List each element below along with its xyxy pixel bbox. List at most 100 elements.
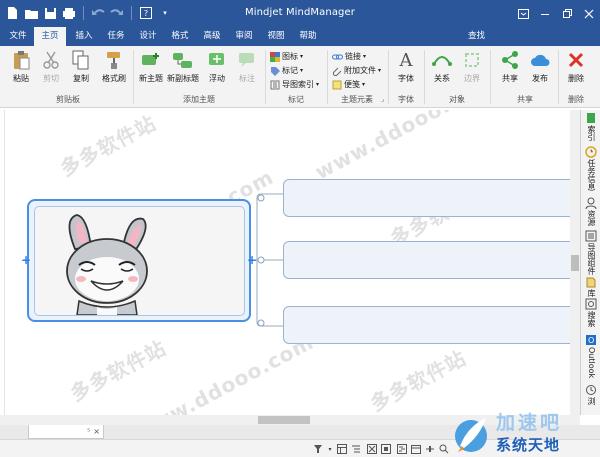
note-button[interactable]: 便笺 ▾ [332,78,365,91]
vertical-scrollbar[interactable] [570,110,580,415]
relation-button[interactable]: 关系 [425,50,459,84]
group-label-markers: 标记 [288,95,304,104]
tab-home[interactable]: 主页 [34,27,66,46]
map-view-icon[interactable] [380,443,392,455]
side-tab-map-parts[interactable]: 导图组件 [581,230,600,275]
side-tab-browse[interactable]: 浏 [581,384,600,405]
side-tab-library[interactable]: 库 [581,276,600,297]
new-subtopic-button[interactable]: 新副标题 [166,50,200,84]
paste-button[interactable]: 粘贴 [4,50,38,84]
delete-label: 删除 [568,74,584,83]
floating-topic-button[interactable]: 浮动 [200,50,234,84]
group-label-clipboard: 剪贴板 [56,95,80,104]
main-topic[interactable] [283,241,570,279]
attachment-button[interactable]: 附加文件 ▾ [332,64,381,77]
dialog-launcher-icon[interactable]: ⌟ [381,95,384,103]
document-tab[interactable]: ⁵ × [28,425,104,439]
copy-label: 复制 [73,74,89,83]
link-button[interactable]: 链接 ▾ [332,50,366,63]
cut-icon [34,50,68,70]
title-bar: ? ▾ Mindjet MindManager [0,0,600,27]
side-tab-index[interactable]: 索引 [581,112,600,141]
ribbon: 粘贴 剪切 复制 格式刷 剪贴板 新主题 新副标题 浮动 标注 添加主题 图标 ▾… [0,46,600,108]
zoom-slider-icon[interactable] [424,443,436,455]
font-button[interactable]: A 字体 [389,50,423,84]
tab-search[interactable]: 查找 [468,27,485,46]
add-right-topic-icon[interactable]: + [246,254,258,266]
callout-button[interactable]: 标注 [230,50,264,84]
side-tab-task-info[interactable]: 任务信息 [581,146,600,191]
tab-design[interactable]: 设计 [134,27,162,46]
new-topic-button[interactable]: 新主题 [134,50,168,84]
svg-text:O: O [588,336,594,345]
filter-icon[interactable] [312,443,324,455]
tab-view[interactable]: 视图 [262,27,290,46]
tab-insert[interactable]: 插入 [70,27,98,46]
delete-button[interactable]: 删除 [559,50,593,84]
relation-label: 关系 [434,74,450,83]
tab-review[interactable]: 审阅 [230,27,258,46]
cut-label: 剪切 [43,74,59,83]
group-separator [490,50,491,104]
close-tab-icon[interactable]: × [93,427,100,436]
tab-advanced[interactable]: 高级 [198,27,226,46]
outline-view-icon[interactable] [350,443,362,455]
cut-button[interactable]: 剪切 [34,50,68,84]
side-tab-outlook[interactable]: O Outlook [581,334,600,378]
map-index-button[interactable]: 导图索引 ▾ [270,78,319,91]
outlook-icon: O [586,335,596,345]
vertical-scroll-thumb[interactable] [571,255,579,271]
side-tab-resources[interactable]: 资源 [581,197,600,226]
side-tab-library-label: 库 [587,289,596,297]
tab-task[interactable]: 任务 [102,27,130,46]
publish-button[interactable]: 发布 [523,50,557,84]
restore-icon[interactable] [556,0,578,27]
map-index-icon [270,80,280,89]
side-tab-index-label: 索引 [587,125,596,141]
main-topic[interactable] [283,179,570,217]
new-topic-label: 新主题 [139,74,163,83]
icon-marker-button[interactable]: 图标 ▾ [270,50,303,63]
horizontal-scroll-thumb[interactable] [258,416,310,424]
callout-icon [230,50,264,70]
format-painter-label: 格式刷 [102,74,126,83]
tag-marker-label: 标记 [282,66,298,75]
tab-file[interactable]: 文件 [4,27,32,46]
boundary-button[interactable]: 边界 [455,50,489,84]
fit-map-icon[interactable] [366,443,378,455]
attachment-label: 附加文件 [344,66,376,75]
boundary-icon [455,50,489,70]
tag-marker-button[interactable]: 标记 ▾ [270,64,303,77]
pin-tab-icon[interactable]: ⁵ [87,427,90,436]
ribbon-tab-bar: 文件 主页 插入 任务 设计 格式 高级 审阅 视图 帮助 查找 [0,27,600,46]
filter-dropdown-icon[interactable]: ▾ [324,443,336,455]
copy-button[interactable]: 复制 [64,50,98,84]
resources-icon [585,197,597,209]
side-tab-task-info-label: 任务信息 [587,159,596,191]
map-canvas[interactable]: 多多软件站 www.ddooo.com www.ddooo.com 多多软件站 … [4,110,570,415]
share-button[interactable]: 共享 [493,50,527,84]
tab-help[interactable]: 帮助 [294,27,322,46]
central-topic[interactable]: + + [21,199,257,322]
gantt-view-icon[interactable] [396,443,408,455]
minimize-icon[interactable] [534,0,556,27]
side-tab-search[interactable]: 搜索 [581,298,600,327]
tab-format[interactable]: 格式 [166,27,194,46]
browse-icon [586,385,596,395]
floating-topic-icon [200,50,234,70]
zoom-level-icon[interactable] [438,443,450,455]
paste-label: 粘贴 [13,74,29,83]
site-logo: 加速吧 系统天地 [452,406,598,457]
share-icon [493,50,527,70]
icon-marker-label: 图标 [282,52,298,61]
ribbon-options-icon[interactable] [512,0,534,27]
layout-icon[interactable] [336,443,348,455]
add-left-topic-icon[interactable]: + [20,254,32,266]
format-painter-button[interactable]: 格式刷 [97,50,131,84]
side-tab-browse-label: 浏 [587,397,596,405]
close-icon[interactable] [578,0,600,27]
calendar-icon[interactable] [410,443,422,455]
group-label-font: 字体 [398,95,414,104]
library-icon [586,277,596,288]
main-topic[interactable] [283,306,570,344]
